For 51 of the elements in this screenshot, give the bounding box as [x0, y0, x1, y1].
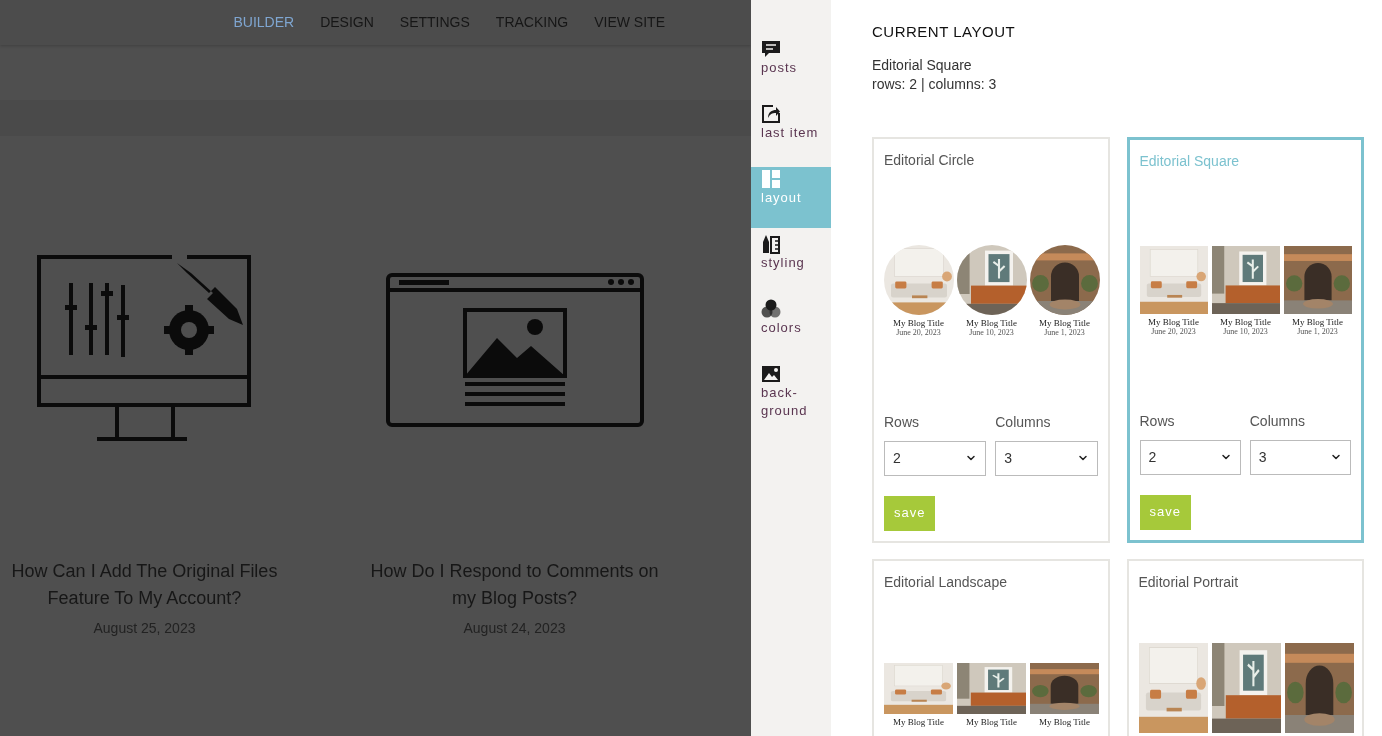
- sidebar-tab[interactable]: posts: [751, 37, 831, 98]
- layout-card[interactable]: Editorial Circle My Blog Title June 20, 2023 My Blog Title June 10, 2023 My Blog Title June 1, 2023 Rows 2 Columns 3 save: [872, 136, 1110, 543]
- layout-name: Editorial Square: [1139, 151, 1241, 170]
- preview-post-title: My Blog Title: [893, 317, 944, 328]
- sidebar-label: posts: [761, 59, 799, 77]
- preview-post-title: My Blog Title: [1039, 716, 1090, 727]
- sidebar-tab[interactable]: back- ground: [751, 362, 831, 423]
- sidebar-tab[interactable]: last item: [751, 102, 831, 163]
- preview-post-title: My Blog Title: [966, 716, 1017, 727]
- layout-card[interactable]: Editorial Square My Blog Title June 20, 2023 My Blog Title June 10, 2023 My Blog Title June 1, 2023 Rows 2 Columns 3 save: [1126, 136, 1364, 543]
- number-select[interactable]: 3: [1249, 439, 1351, 475]
- number-select[interactable]: 3: [995, 440, 1098, 476]
- preview-post-title: My Blog Title: [1039, 317, 1090, 328]
- image-icon: [761, 364, 781, 384]
- preview-post-date: June 10, 2023: [969, 327, 1014, 337]
- pencil-ruler-icon: [761, 234, 781, 254]
- preview-post-title: My Blog Title: [1292, 316, 1343, 327]
- number-select[interactable]: 2: [884, 440, 987, 476]
- panel-heading: CURRENT LAYOUT: [872, 22, 1017, 42]
- layout-name: Editorial Portrait: [1138, 572, 1240, 591]
- preview-post-title: My Blog Title: [893, 716, 944, 727]
- color-circles-icon: [761, 299, 781, 319]
- layout-card[interactable]: Editorial Landscape My Blog Title My Blog Title My Blog Title: [872, 558, 1110, 736]
- sidebar-label: layout: [761, 189, 803, 207]
- preview-post-title: My Blog Title: [1220, 316, 1271, 327]
- select-label: Rows: [1139, 411, 1176, 430]
- preview-post-date: June 20, 2023: [896, 327, 941, 337]
- current-layout-name: Editorial Square: [872, 55, 973, 75]
- sidebar-label: last item: [761, 124, 820, 142]
- sidebar-label: back- ground: [761, 384, 809, 420]
- sidebar-label: colors: [761, 319, 803, 337]
- number-select[interactable]: 2: [1139, 439, 1241, 475]
- select-label: Columns: [995, 412, 1052, 431]
- preview-post-date: June 1, 2023: [1297, 326, 1338, 336]
- layout-name: Editorial Circle: [884, 150, 976, 169]
- preview-post-date: June 20, 2023: [1151, 326, 1196, 336]
- preview-post-date: June 10, 2023: [1223, 326, 1268, 336]
- layout-name: Editorial Landscape: [884, 572, 1008, 591]
- share-icon: [761, 104, 781, 124]
- sidebar-tab[interactable]: colors: [751, 297, 831, 358]
- preview-post-title: My Blog Title: [966, 317, 1017, 328]
- sidebar-tab[interactable]: styling: [751, 232, 831, 293]
- preview-post-title: My Blog Title: [1148, 316, 1199, 327]
- layout-card[interactable]: Editorial Portrait: [1126, 558, 1364, 736]
- select-label: Columns: [1249, 411, 1306, 430]
- comment-icon: [761, 39, 781, 59]
- layout-summary: rows: 2 | columns: 3: [872, 74, 998, 94]
- layout-icon: [761, 169, 781, 189]
- select-label: Rows: [884, 412, 920, 431]
- preview-post-date: June 1, 2023: [1044, 327, 1085, 337]
- sidebar-label: styling: [761, 254, 806, 272]
